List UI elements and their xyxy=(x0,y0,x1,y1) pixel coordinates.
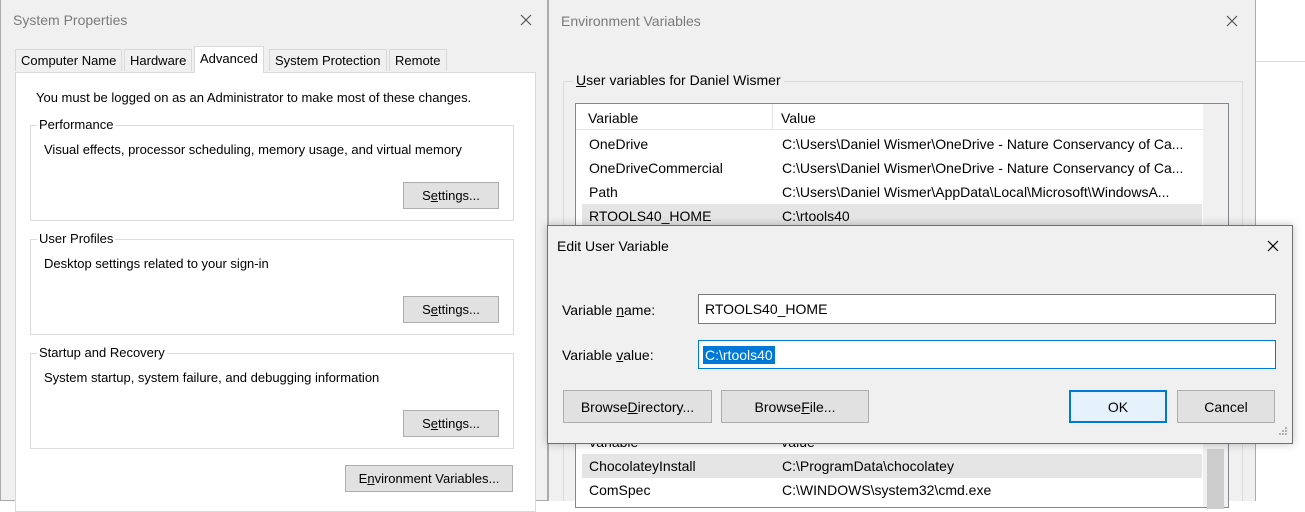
variable-value-input[interactable]: C:\rtools40 xyxy=(698,340,1276,369)
system-properties-window: System Properties Computer Name Hardware… xyxy=(0,0,548,512)
tab-computer-name[interactable]: Computer Name xyxy=(15,49,123,71)
user-variables-list[interactable]: Variable Value OneDrive C:\Users\Daniel … xyxy=(575,103,1229,233)
background-window-edge xyxy=(1256,61,1305,62)
variable-name-label: Variable name: xyxy=(562,302,656,318)
scrollbar-thumb[interactable] xyxy=(1207,449,1224,509)
ok-button[interactable]: OK xyxy=(1069,390,1167,423)
admin-note: You must be logged on as an Administrato… xyxy=(36,90,472,105)
startup-recovery-title: Startup and Recovery xyxy=(37,345,167,360)
list-header: Variable Value xyxy=(576,104,1203,130)
environment-variables-button[interactable]: En vironment Variables... xyxy=(345,465,513,492)
browse-directory-button[interactable]: Browse Directory... xyxy=(563,390,712,423)
column-header-variable[interactable]: Variable xyxy=(588,110,638,126)
system-list-header-peek: Variable Value xyxy=(588,444,888,450)
browse-file-button[interactable]: Browse File... xyxy=(721,390,869,423)
user-profiles-title: User Profiles xyxy=(37,231,116,246)
scrollbar-track[interactable] xyxy=(1203,104,1228,232)
user-profiles-group: User Profiles Desktop settings related t… xyxy=(30,231,514,335)
table-row[interactable]: Path C:\Users\Daniel Wismer\AppData\Loca… xyxy=(582,180,1202,204)
startup-recovery-desc: System startup, system failure, and debu… xyxy=(44,370,380,385)
resize-grip-icon[interactable] xyxy=(1276,426,1288,438)
tab-system-protection[interactable]: System Protection xyxy=(269,49,387,71)
close-icon[interactable] xyxy=(1217,6,1247,36)
tab-advanced[interactable]: Advanced xyxy=(194,46,264,73)
performance-group: Performance Visual effects, processor sc… xyxy=(30,117,514,221)
advanced-tab-panel: You must be logged on as an Administrato… xyxy=(15,72,536,512)
edit-user-variable-title: Edit User Variable xyxy=(557,238,669,254)
user-profiles-desc: Desktop settings related to your sign-in xyxy=(44,256,269,271)
column-header-value[interactable]: Value xyxy=(781,110,816,126)
variable-name-input[interactable]: RTOOLS40_HOME xyxy=(698,294,1276,324)
startup-recovery-group: Startup and Recovery System startup, sys… xyxy=(30,345,514,449)
close-icon[interactable] xyxy=(1258,231,1288,261)
system-properties-title: System Properties xyxy=(13,12,128,28)
table-row[interactable]: OneDriveCommercial C:\Users\Daniel Wisme… xyxy=(582,156,1202,180)
startup-recovery-settings-button[interactable]: Se ttings... xyxy=(403,410,499,437)
user-variables-group-title: User variables for Daniel Wismer xyxy=(573,72,784,88)
tab-remote[interactable]: Remote xyxy=(389,49,447,71)
variable-value-label: Variable value: xyxy=(562,347,654,363)
close-icon[interactable] xyxy=(511,5,541,35)
selected-text: C:\rtools40 xyxy=(703,345,775,364)
cancel-button[interactable]: Cancel xyxy=(1177,390,1275,423)
edit-user-variable-dialog: Edit User Variable Variable name: RTOOLS… xyxy=(547,225,1293,444)
performance-title: Performance xyxy=(37,117,116,132)
table-row[interactable]: ChocolateyInstall C:\ProgramData\chocola… xyxy=(582,454,1202,478)
column-divider xyxy=(772,104,773,130)
environment-variables-title: Environment Variables xyxy=(561,13,701,29)
performance-settings-button[interactable]: Se ttings... xyxy=(403,182,499,209)
table-row[interactable]: ComSpec C:\WINDOWS\system32\cmd.exe xyxy=(582,478,1202,502)
performance-desc: Visual effects, processor scheduling, me… xyxy=(44,142,462,157)
table-row[interactable]: OneDrive C:\Users\Daniel Wismer\OneDrive… xyxy=(582,132,1202,156)
user-profiles-settings-button[interactable]: Se ttings... xyxy=(403,296,499,323)
tab-hardware[interactable]: Hardware xyxy=(124,49,193,71)
